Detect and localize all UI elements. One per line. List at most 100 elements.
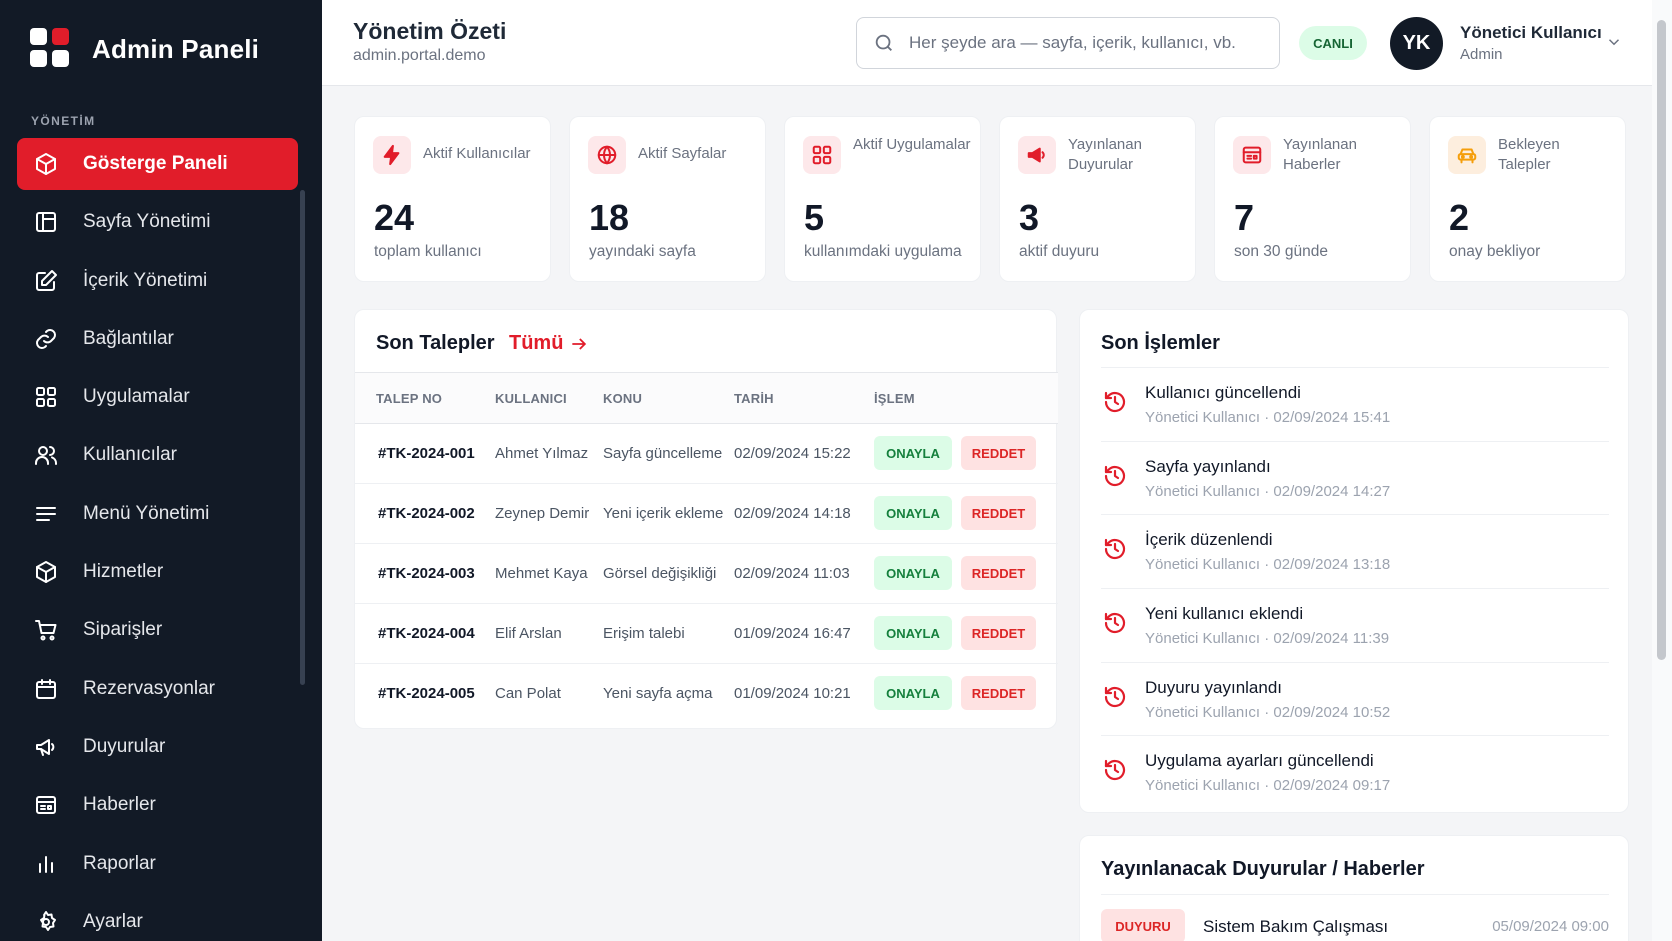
stat-sub: son 30 günde (1234, 243, 1328, 260)
news-icon (33, 792, 59, 818)
cart-icon (33, 617, 59, 643)
car-icon (1448, 136, 1486, 174)
sidebar-item-announcements[interactable]: Duyurular (17, 721, 298, 773)
sidebar-item-menus[interactable]: Menü Yönetimi (17, 488, 298, 540)
list-item[interactable]: Uygulama ayarları güncellendi Yönetici K… (1101, 736, 1609, 810)
table-row: #TK-2024-005 Can Polat Yeni sayfa açma 0… (355, 664, 1058, 724)
request-no[interactable]: #TK-2024-003 (378, 565, 475, 582)
request-subject: Erişim talebi (603, 625, 685, 642)
request-no[interactable]: #TK-2024-001 (378, 445, 475, 462)
approve-button[interactable]: ONAYLA (874, 496, 952, 530)
stat-card-announcements[interactable]: Yayınlanan Duyurular 3 aktif duyuru (999, 116, 1196, 282)
column-header: İŞLEM (874, 391, 915, 406)
sidebar-item-dashboard[interactable]: Gösterge Paneli (17, 138, 298, 190)
sidebar: Admin Paneli YÖNETİM Gösterge Paneli Say… (0, 0, 322, 941)
reject-button[interactable]: REDDET (961, 676, 1036, 710)
list-item[interactable]: Kullanıcı güncellendi Yönetici Kullanıcı… (1101, 368, 1609, 442)
stat-card-active-users[interactable]: Aktif Kullanıcılar 24 toplam kullanıcı (354, 116, 551, 282)
activity-title: Sayfa yayınlandı (1145, 456, 1271, 476)
request-date: 01/09/2024 16:47 (734, 625, 851, 642)
list-item[interactable]: Yeni kullanıcı eklendi Yönetici Kullanıc… (1101, 589, 1609, 663)
activity-title: İçerik düzenlendi (1145, 530, 1273, 550)
stat-card-news[interactable]: Yayınlanan Haberler 7 son 30 günde (1214, 116, 1411, 282)
stat-card-active-pages[interactable]: Aktif Sayfalar 18 yayındaki sayfa (569, 116, 766, 282)
list-item[interactable]: DUYURU Sistem Bakım Çalışması 05/09/2024… (1101, 894, 1609, 941)
brand[interactable]: Admin Paneli (30, 28, 259, 70)
sidebar-item-label: Raporlar (83, 852, 156, 874)
chevron-down-icon[interactable] (1605, 33, 1623, 51)
stat-card-pending-requests[interactable]: Bekleyen Talepler 2 onay bekliyor (1429, 116, 1626, 282)
type-badge: DUYURU (1101, 909, 1185, 941)
sidebar-item-label: Uygulamalar (83, 386, 190, 408)
activity-title: Kullanıcı güncellendi (1145, 383, 1301, 402)
sidebar-item-content[interactable]: İçerik Yönetimi (17, 255, 298, 307)
list-item[interactable]: Duyuru yayınlandı Yönetici Kullanıcı · 0… (1101, 663, 1609, 737)
activity-title: Yeni kullanıcı eklendi (1145, 604, 1304, 624)
sidebar-item-users[interactable]: Kullanıcılar (17, 429, 298, 481)
list-item[interactable]: Sayfa yayınlandı Yönetici Kullanıcı · 02… (1101, 442, 1609, 516)
logo-icon (30, 28, 72, 70)
sidebar-item-links[interactable]: Bağlantılar (17, 313, 298, 365)
stat-value: 3 (1019, 197, 1040, 238)
activity-meta: Yönetici Kullanıcı · 02/09/2024 13:18 (1145, 556, 1391, 574)
sidebar-item-reports[interactable]: Raporlar (17, 838, 298, 890)
sidebar-item-pages[interactable]: Sayfa Yönetimi (17, 196, 298, 248)
recent-activity-panel: Son İşlemler Kullanıcı güncellendi Yönet… (1079, 309, 1629, 813)
stat-sub: kullanımdaki uygulama (804, 243, 962, 260)
page-icon (33, 209, 59, 235)
column-header[interactable]: TARİH (734, 391, 774, 406)
view-all-link[interactable]: Tümü (509, 332, 589, 355)
stat-label: Yayınlanan Duyurular (1068, 136, 1142, 173)
table-row: #TK-2024-001 Ahmet Yılmaz Sayfa güncelle… (355, 424, 1058, 484)
request-no[interactable]: #TK-2024-005 (378, 685, 475, 702)
panel-title: Yayınlanacak Duyurular / Haberler (1101, 858, 1425, 880)
sidebar-item-services[interactable]: Hizmetler (17, 546, 298, 598)
search-input[interactable] (909, 33, 1269, 53)
activity-meta: Yönetici Kullanıcı · 02/09/2024 09:17 (1145, 777, 1391, 795)
list-item[interactable]: İçerik düzenlendi Yönetici Kullanıcı · 0… (1101, 515, 1609, 590)
user-name[interactable]: Yönetici Kullanıcı (1460, 23, 1602, 43)
stat-value: 24 (374, 197, 415, 238)
page-scrollbar-thumb[interactable] (1657, 20, 1666, 660)
dashboard-icon (33, 151, 59, 177)
request-date: 01/09/2024 10:21 (734, 685, 851, 702)
stat-label: Aktif Uygulamalar (853, 136, 971, 153)
column-header[interactable]: KONU (603, 391, 642, 406)
sidebar-item-settings[interactable]: Ayarlar (17, 896, 298, 941)
request-subject: Yeni içerik ekleme (603, 505, 724, 522)
column-header[interactable]: KULLANICI (495, 391, 567, 406)
view-all-label: Tümü (509, 332, 564, 354)
sidebar-item-orders[interactable]: Siparişler (17, 604, 298, 656)
approve-button[interactable]: ONAYLA (874, 556, 952, 590)
sidebar-item-news[interactable]: Haberler (17, 779, 298, 831)
sidebar-scrollbar[interactable] (300, 190, 305, 685)
approve-button[interactable]: ONAYLA (874, 436, 952, 470)
reject-button[interactable]: REDDET (961, 436, 1036, 470)
approve-button[interactable]: ONAYLA (874, 676, 952, 710)
request-no[interactable]: #TK-2024-004 (378, 625, 475, 642)
stat-label: Aktif Kullanıcılar (423, 145, 531, 162)
history-icon (1103, 685, 1127, 709)
approve-button[interactable]: ONAYLA (874, 616, 952, 650)
stat-sub: aktif duyuru (1019, 243, 1100, 260)
stats-row: Aktif Kullanıcılar 24 toplam kullanıcı A… (354, 116, 1626, 282)
avatar[interactable]: YK (1390, 17, 1443, 70)
page-title: Yönetim Özeti (353, 18, 507, 44)
reject-button[interactable]: REDDET (961, 496, 1036, 530)
link-icon (33, 326, 59, 352)
request-no[interactable]: #TK-2024-002 (378, 505, 475, 522)
sidebar-nav: Gösterge Paneli Sayfa Yönetimi İçerik Yö… (17, 138, 298, 941)
sidebar-item-label: Hizmetler (83, 561, 164, 583)
reject-button[interactable]: REDDET (961, 616, 1036, 650)
reject-button[interactable]: REDDET (961, 556, 1036, 590)
search-box[interactable] (856, 17, 1280, 69)
sidebar-item-reservations[interactable]: Rezervasyonlar (17, 663, 298, 715)
stat-label: Aktif Sayfalar (638, 145, 727, 162)
sidebar-item-label: Kullanıcılar (83, 444, 177, 466)
table-body: #TK-2024-001 Ahmet Yılmaz Sayfa güncelle… (355, 424, 1058, 724)
activity-meta: Yönetici Kullanıcı · 02/09/2024 11:39 (1145, 630, 1390, 648)
globe-icon (588, 136, 626, 174)
column-header[interactable]: TALEP NO (376, 391, 442, 406)
stat-card-active-apps[interactable]: Aktif Uygulamalar 5 kullanımdaki uygulam… (784, 116, 981, 282)
sidebar-item-apps[interactable]: Uygulamalar (17, 371, 298, 423)
